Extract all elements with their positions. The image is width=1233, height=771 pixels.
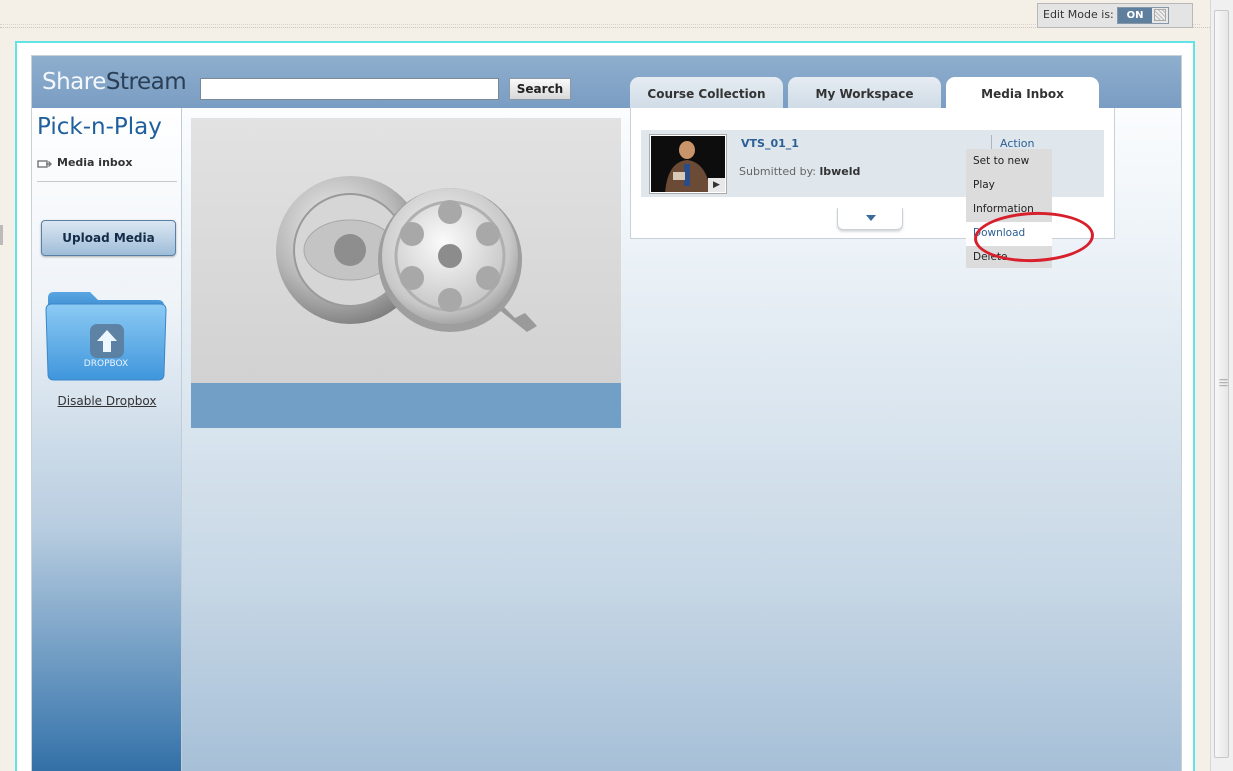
- edit-mode-state: ON: [1118, 8, 1152, 23]
- chevron-down-icon: [866, 215, 876, 221]
- play-icon[interactable]: ▶: [708, 178, 725, 192]
- menu-item-download[interactable]: Download: [973, 227, 1025, 239]
- upload-media-button[interactable]: Upload Media: [41, 220, 176, 256]
- sidebar-item-media-inbox[interactable]: Media inbox: [57, 156, 132, 169]
- expand-panel-tab[interactable]: [837, 208, 903, 230]
- submitter-name: lbweld: [819, 165, 861, 178]
- disable-dropbox-link[interactable]: Disable Dropbox: [32, 394, 182, 408]
- sidebar-divider: [37, 181, 177, 182]
- tab-course-collection[interactable]: Course Collection: [630, 77, 783, 109]
- tab-media-inbox[interactable]: Media Inbox: [946, 77, 1099, 109]
- edit-mode-control: Edit Mode is: ON: [1037, 3, 1193, 28]
- media-placeholder-icon: [276, 176, 537, 332]
- menu-item-delete[interactable]: Delete: [973, 251, 1008, 263]
- tab-my-workspace[interactable]: My Workspace: [788, 77, 941, 109]
- toggle-handle-icon: [1154, 9, 1166, 21]
- scroll-grip-icon: — — —: [1219, 375, 1228, 391]
- menu-item-information[interactable]: Information: [973, 203, 1034, 215]
- search-button[interactable]: Search: [509, 78, 571, 100]
- media-thumbnail[interactable]: ▶: [649, 134, 727, 194]
- page-title: Pick-n-Play: [37, 114, 162, 140]
- scrollbar-thumb[interactable]: — — —: [1214, 10, 1229, 758]
- page-top-bar: [0, 0, 1210, 28]
- page-scrollbar[interactable]: — — —: [1210, 0, 1233, 771]
- dropbox-label: DROPBOX: [83, 359, 129, 369]
- dropbox-folder[interactable]: DROPBOX: [44, 288, 168, 382]
- app-header: ShareStream Search Course Collection My …: [32, 56, 1181, 109]
- left-edge-marker: [0, 225, 3, 245]
- sidebar: Pick-n-Play Media inbox Upload Media DRO…: [32, 108, 182, 771]
- edit-mode-toggle[interactable]: ON: [1117, 7, 1169, 24]
- submitted-by: Submitted by: lbweld: [739, 165, 861, 178]
- edit-mode-label: Edit Mode is:: [1043, 8, 1114, 21]
- menu-item-set-to-new[interactable]: Set to new: [973, 155, 1029, 167]
- media-title-link[interactable]: VTS_01_1: [741, 137, 799, 150]
- media-player[interactable]: [191, 118, 621, 428]
- menu-item-play[interactable]: Play: [973, 179, 995, 191]
- action-menu: Set to new Play Information Download Del…: [966, 149, 1052, 268]
- inbox-arrow-icon: [37, 160, 52, 168]
- sharestream-logo: ShareStream: [42, 69, 187, 95]
- search-input[interactable]: [200, 78, 499, 100]
- player-control-bar[interactable]: [191, 383, 621, 428]
